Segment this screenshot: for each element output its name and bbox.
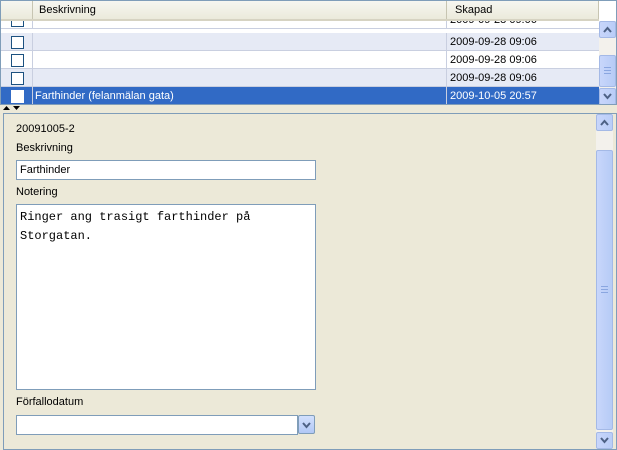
- grip-line: [601, 292, 608, 293]
- table-row[interactable]: 2009-09-28 09:06: [1, 69, 599, 87]
- items-list[interactable]: 2009-09-28 09:06 2009-09-28 09:06 2009-0…: [0, 0, 617, 105]
- row-checkbox-cell: [1, 69, 33, 87]
- panel-splitter[interactable]: [0, 105, 617, 113]
- row-description: [33, 33, 447, 51]
- row-checkbox[interactable]: [11, 72, 24, 85]
- row-created: 2009-09-28 09:06: [450, 36, 537, 48]
- column-header-created[interactable]: Skapad: [447, 1, 599, 19]
- row-checkbox-cell: [1, 87, 33, 104]
- table-row[interactable]: 2009-09-28 09:06: [1, 33, 599, 51]
- chevron-down-icon: [600, 437, 609, 444]
- grip-line: [604, 70, 611, 71]
- chevron-up-icon: [603, 26, 612, 33]
- row-checkbox[interactable]: [11, 36, 24, 49]
- description-label: Beskrivning: [16, 142, 73, 154]
- row-checkbox[interactable]: [11, 90, 24, 103]
- row-checkbox-cell: [1, 33, 33, 51]
- table-row-selected[interactable]: Farthinder (felanmälan gata) 2009-10-05 …: [1, 87, 599, 104]
- list-scrollbar[interactable]: [599, 21, 616, 104]
- scroll-thumb[interactable]: [599, 55, 616, 87]
- chevron-down-icon: [603, 93, 612, 100]
- chevron-down-icon: [302, 422, 311, 429]
- row-created: 2009-09-28 09:06: [450, 54, 537, 66]
- due-date-field[interactable]: [16, 415, 298, 435]
- description-field[interactable]: Farthinder: [16, 160, 316, 180]
- row-checkbox-cell: [1, 51, 33, 69]
- scroll-thumb[interactable]: [596, 150, 613, 430]
- scroll-down-button[interactable]: [596, 432, 613, 449]
- grip-line: [604, 73, 611, 74]
- due-date-dropdown-button[interactable]: [298, 415, 315, 434]
- record-id: 20091005-2: [16, 123, 75, 135]
- list-header: Beskrivning Skapad: [1, 1, 599, 21]
- splitter-up-icon: [3, 106, 10, 110]
- grip-line: [601, 289, 608, 290]
- note-textarea[interactable]: Ringer ang trasigt farthinder på Storgat…: [16, 204, 316, 390]
- chevron-up-icon: [600, 119, 609, 126]
- row-created: 2009-09-28 09:06: [450, 72, 537, 84]
- due-date-label: Förfallodatum: [16, 396, 84, 408]
- row-created: 2009-10-05 20:57: [450, 90, 537, 102]
- table-row[interactable]: 2009-09-28 09:06: [1, 51, 599, 69]
- scroll-down-button[interactable]: [599, 88, 616, 104]
- scroll-up-button[interactable]: [596, 114, 613, 131]
- grip-line: [604, 67, 611, 68]
- note-label: Notering: [16, 186, 58, 198]
- detail-scrollbar[interactable]: [596, 114, 613, 449]
- row-description: Farthinder (felanmälan gata): [33, 87, 447, 104]
- detail-panel: 20091005-2 Beskrivning Farthinder Noteri…: [3, 113, 617, 450]
- row-checkbox[interactable]: [11, 54, 24, 67]
- splitter-down-icon: [13, 106, 20, 110]
- row-description: [33, 69, 447, 87]
- row-description: [33, 51, 447, 69]
- scroll-up-button[interactable]: [599, 21, 616, 38]
- column-header-check[interactable]: [1, 1, 33, 19]
- column-header-description[interactable]: Beskrivning: [33, 1, 447, 19]
- grip-line: [601, 286, 608, 287]
